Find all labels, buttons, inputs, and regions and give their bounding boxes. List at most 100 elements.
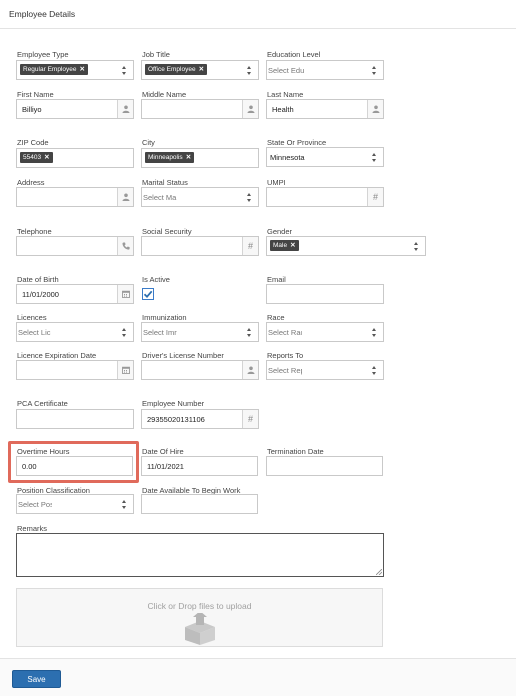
zip-code-label: ZIP Code (17, 138, 49, 147)
remarks-label: Remarks (17, 524, 48, 533)
last-name-label: Last Name (267, 90, 304, 99)
resize-grip-icon[interactable] (376, 569, 382, 575)
upload-box-icon (185, 613, 215, 645)
date-of-birth-value: 11/01/2000 (22, 290, 59, 299)
pca-certificate-field[interactable] (16, 409, 134, 429)
job-title-label: Job Title (142, 50, 170, 59)
job-title-tag[interactable]: Office Employee ✕ (145, 64, 208, 75)
is-active-checkbox[interactable] (142, 288, 154, 300)
licences-placeholder: Select Lic (18, 328, 51, 337)
select-caret-icon (371, 328, 378, 337)
employee-number-field[interactable]: 29355020131106 # (141, 409, 259, 429)
drivers-license-label: Driver's License Number (142, 351, 224, 360)
state-value: Minnesota (270, 153, 305, 162)
date-of-birth-label: Date of Birth (17, 275, 59, 284)
page-footer: Save (0, 658, 516, 696)
termination-date-field[interactable] (266, 456, 383, 476)
page-title: Employee Details (9, 9, 76, 19)
remove-tag-icon[interactable]: ✕ (290, 242, 295, 249)
select-caret-icon (121, 328, 128, 337)
job-title-select[interactable]: Office Employee ✕ (141, 60, 259, 80)
select-caret-icon (371, 153, 378, 162)
save-button[interactable]: Save (12, 670, 61, 688)
upload-text: Click or Drop files to upload (147, 601, 252, 611)
person-icon (242, 361, 258, 379)
date-of-hire-value: 11/01/2021 (147, 462, 184, 471)
licence-expiration-label: Licence Expiration Date (17, 351, 97, 360)
remarks-textarea[interactable] (16, 533, 384, 577)
remove-tag-icon[interactable]: ✕ (199, 66, 204, 73)
state-select[interactable]: Minnesota (266, 147, 384, 167)
email-label: Email (267, 275, 286, 284)
select-caret-icon (121, 500, 128, 509)
calendar-icon[interactable] (117, 285, 133, 303)
checkmark-icon (143, 290, 153, 299)
city-label: City (142, 138, 155, 147)
zip-code-tag[interactable]: 55403 ✕ (20, 152, 53, 163)
employee-type-label: Employee Type (17, 50, 69, 59)
city-select[interactable]: Minneapolis ✕ (141, 148, 259, 168)
marital-status-select[interactable]: Select Ma (141, 187, 259, 207)
umpi-label: UMPI (267, 178, 286, 187)
remove-tag-icon[interactable]: ✕ (44, 154, 49, 161)
position-classification-select[interactable]: Select Pos (16, 494, 134, 514)
city-tag[interactable]: Minneapolis ✕ (145, 152, 195, 163)
position-classification-placeholder: Select Pos (18, 500, 52, 509)
employee-type-tag[interactable]: Regular Employee ✕ (20, 64, 88, 75)
education-level-placeholder: Select Edu (268, 66, 304, 75)
file-upload-dropzone[interactable]: Click or Drop files to upload (16, 588, 383, 647)
address-field[interactable] (16, 187, 134, 207)
gender-tag[interactable]: Male ✕ (270, 240, 299, 251)
immunization-placeholder: Select Imr (143, 328, 177, 337)
telephone-label: Telephone (17, 227, 52, 236)
calendar-icon[interactable] (117, 361, 133, 379)
licences-label: Licences (17, 313, 47, 322)
termination-date-label: Termination Date (267, 447, 324, 456)
gender-select[interactable]: Male ✕ (266, 236, 426, 256)
pca-certificate-label: PCA Certificate (17, 399, 68, 408)
zip-code-select[interactable]: 55403 ✕ (16, 148, 134, 168)
select-caret-icon (413, 242, 420, 251)
overtime-hours-value: 0.00 (22, 462, 37, 471)
employee-type-select[interactable]: Regular Employee ✕ (16, 60, 134, 80)
licences-select[interactable]: Select Lic (16, 322, 134, 342)
race-placeholder: Select Rac (268, 328, 302, 337)
social-security-field[interactable]: # (141, 236, 259, 256)
date-of-hire-field[interactable]: 11/01/2021 (141, 456, 258, 476)
is-active-label: Is Active (142, 275, 170, 284)
address-label: Address (17, 178, 45, 187)
overtime-hours-label: Overtime Hours (17, 447, 70, 456)
first-name-field[interactable]: Billiyo (16, 99, 134, 119)
middle-name-field[interactable] (141, 99, 259, 119)
drivers-license-field[interactable] (141, 360, 259, 380)
reports-to-select[interactable]: Select Rep (266, 360, 384, 380)
remove-tag-icon[interactable]: ✕ (186, 154, 191, 161)
overtime-hours-field[interactable]: 0.00 (16, 456, 133, 476)
date-available-field[interactable] (141, 494, 258, 514)
last-name-field[interactable]: Health (266, 99, 384, 119)
immunization-label: Immunization (142, 313, 187, 322)
person-icon (117, 188, 133, 206)
select-caret-icon (246, 328, 253, 337)
select-caret-icon (371, 366, 378, 375)
employee-number-label: Employee Number (142, 399, 205, 408)
education-level-select[interactable]: Select Edu (266, 60, 384, 80)
person-icon (367, 100, 383, 118)
marital-status-placeholder: Select Ma (143, 193, 177, 202)
race-select[interactable]: Select Rac (266, 322, 384, 342)
person-icon (117, 100, 133, 118)
reports-to-label: Reports To (267, 351, 304, 360)
phone-icon (117, 237, 133, 255)
remove-tag-icon[interactable]: ✕ (79, 66, 84, 73)
immunization-select[interactable]: Select Imr (141, 322, 259, 342)
telephone-field[interactable] (16, 236, 134, 256)
date-of-hire-label: Date Of Hire (142, 447, 184, 456)
select-caret-icon (371, 66, 378, 75)
licence-expiration-field[interactable] (16, 360, 134, 380)
race-label: Race (267, 313, 285, 322)
hash-icon: # (367, 188, 383, 206)
umpi-field[interactable]: # (266, 187, 384, 207)
select-caret-icon (246, 193, 253, 202)
email-field[interactable] (266, 284, 384, 304)
date-of-birth-field[interactable]: 11/01/2000 (16, 284, 134, 304)
